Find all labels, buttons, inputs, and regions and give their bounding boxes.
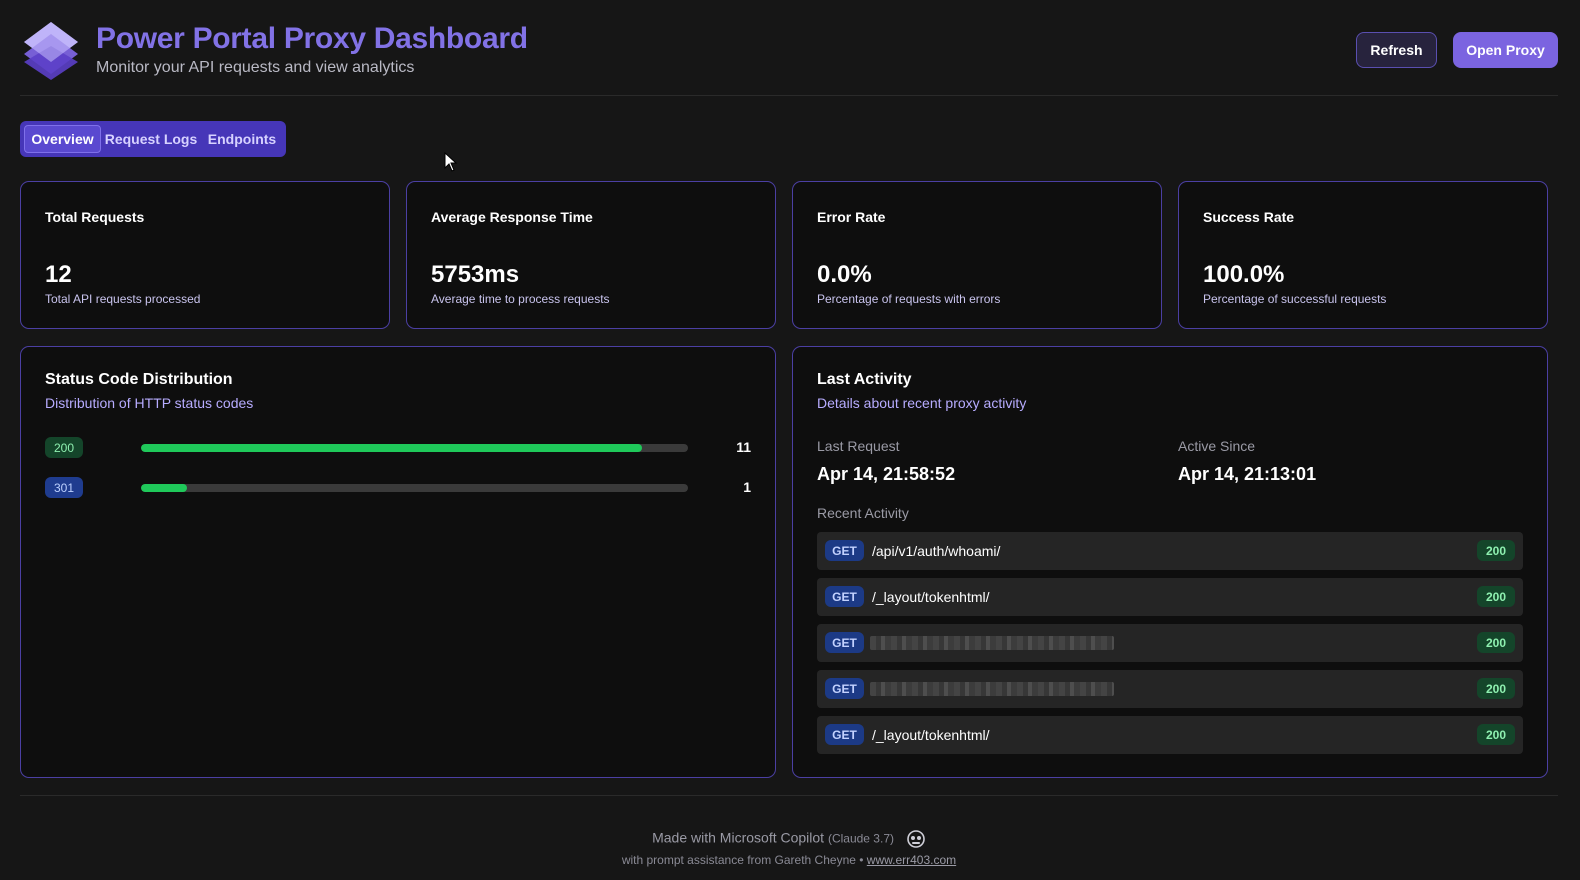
activity-path: /api/v1/auth/whoami/ — [872, 543, 1001, 559]
stat-card-avg-response-time: Average Response Time 5753ms Average tim… — [406, 181, 776, 329]
tab-bar: Overview Request Logs Endpoints — [20, 121, 286, 157]
activity-item[interactable]: GET 200 — [817, 670, 1523, 708]
tab-request-logs[interactable]: Request Logs — [103, 125, 199, 153]
stat-label: Average Response Time — [431, 209, 593, 225]
status-bar-track — [141, 444, 688, 452]
status-badge: 200 — [1477, 632, 1515, 653]
status-badge: 200 — [1477, 724, 1515, 745]
status-count: 11 — [736, 439, 751, 455]
layered-diamond-logo-icon — [24, 22, 78, 80]
copilot-icon — [907, 830, 925, 848]
last-activity-panel: Last Activity Details about recent proxy… — [792, 346, 1548, 778]
stat-label: Total Requests — [45, 209, 145, 225]
footer-link[interactable]: www.err403.com — [867, 853, 956, 867]
stat-card-error-rate: Error Rate 0.0% Percentage of requests w… — [792, 181, 1162, 329]
active-since-value: Apr 14, 21:13:01 — [1178, 464, 1317, 484]
footer-made-with: Made with Microsoft Copilot — [652, 829, 825, 846]
mouse-cursor-icon — [444, 152, 458, 172]
stat-desc: Average time to process requests — [431, 292, 610, 306]
active-since-label: Active Since — [1178, 438, 1256, 454]
footer-model: (Claude 3.7) — [827, 831, 894, 846]
stat-label: Success Rate — [1203, 209, 1295, 225]
status-row-301: 301 1 — [45, 477, 751, 499]
method-badge: GET — [825, 724, 864, 745]
stat-value: 12 — [45, 261, 72, 288]
status-code-badge: 301 — [45, 477, 83, 498]
footer-credit: Made with Microsoft Copilot (Claude 3.7) — [20, 829, 1558, 849]
page-subtitle: Monitor your API requests and view analy… — [96, 59, 415, 76]
status-row-200: 200 11 — [45, 437, 751, 459]
activity-item[interactable]: GET /_layout/tokenhtml/ 200 — [817, 578, 1523, 616]
activity-item[interactable]: GET /api/v1/auth/whoami/ 200 — [817, 532, 1523, 570]
panel-desc: Details about recent proxy activity — [817, 395, 1027, 411]
activity-path: /_layout/tokenhtml/ — [872, 589, 990, 605]
refresh-button[interactable]: Refresh — [1356, 32, 1437, 68]
footer-assist-text: with prompt assistance from Gareth Cheyn… — [621, 853, 864, 867]
status-badge: 200 — [1477, 586, 1515, 607]
tab-endpoints[interactable]: Endpoints — [201, 125, 283, 153]
status-bar-track — [141, 484, 688, 492]
stat-card-success-rate: Success Rate 100.0% Percentage of succes… — [1178, 181, 1548, 329]
tab-overview[interactable]: Overview — [24, 125, 101, 153]
recent-activity-label: Recent Activity — [817, 505, 909, 521]
status-badge: 200 — [1477, 678, 1515, 699]
stat-value: 0.0% — [817, 261, 872, 288]
method-badge: GET — [825, 586, 864, 607]
method-badge: GET — [825, 678, 864, 699]
header: Power Portal Proxy Dashboard Monitor you… — [20, 0, 1558, 96]
status-bar-fill — [141, 444, 643, 452]
open-proxy-button[interactable]: Open Proxy — [1453, 32, 1558, 68]
stat-label: Error Rate — [817, 209, 886, 225]
redacted-path — [870, 636, 1114, 650]
method-badge: GET — [825, 632, 864, 653]
last-request-label: Last Request — [817, 438, 900, 454]
stat-desc: Percentage of successful requests — [1203, 292, 1387, 306]
activity-path: /_layout/tokenhtml/ — [872, 727, 990, 743]
panel-title: Last Activity — [817, 371, 912, 388]
activity-item[interactable]: GET /_layout/tokenhtml/ 200 — [817, 716, 1523, 754]
panel-desc: Distribution of HTTP status codes — [45, 395, 254, 411]
footer-assist: with prompt assistance from Gareth Cheyn… — [20, 853, 1558, 867]
status-bar-fill — [141, 484, 187, 492]
panel-title: Status Code Distribution — [45, 371, 233, 388]
footer-divider — [20, 795, 1558, 796]
status-count: 1 — [743, 479, 751, 495]
stat-desc: Total API requests processed — [45, 292, 201, 306]
last-request-value: Apr 14, 21:58:52 — [817, 464, 956, 484]
stat-value: 100.0% — [1203, 261, 1285, 288]
redacted-path — [870, 682, 1114, 696]
stat-desc: Percentage of requests with errors — [817, 292, 1001, 306]
stat-value: 5753ms — [431, 261, 520, 288]
activity-item[interactable]: GET 200 — [817, 624, 1523, 662]
page-title: Power Portal Proxy Dashboard — [96, 22, 528, 55]
method-badge: GET — [825, 540, 864, 561]
status-code-badge: 200 — [45, 437, 83, 458]
stat-card-total-requests: Total Requests 12 Total API requests pro… — [20, 181, 390, 329]
status-badge: 200 — [1477, 540, 1515, 561]
status-code-panel: Status Code Distribution Distribution of… — [20, 346, 776, 778]
